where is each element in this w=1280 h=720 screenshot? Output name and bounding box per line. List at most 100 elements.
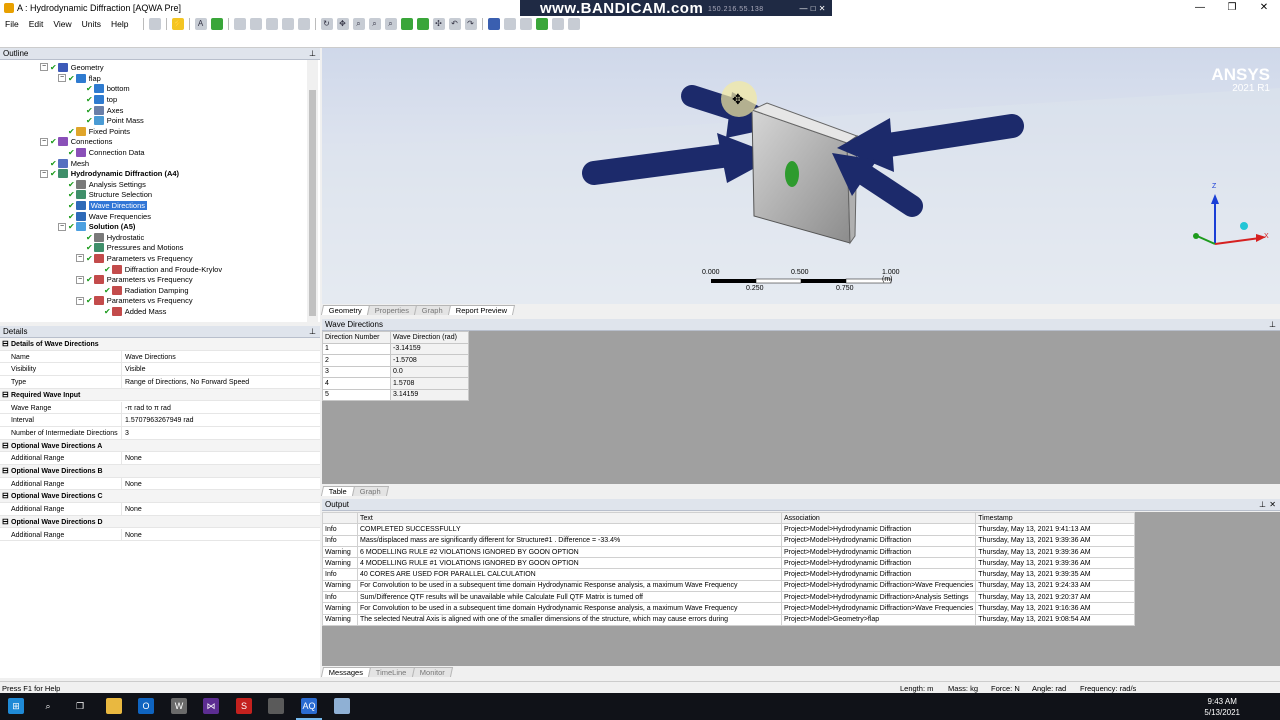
details-row-wave-range[interactable]: Wave Range -π rad to π rad [0, 401, 320, 415]
pin-icon[interactable]: ⊥ [1259, 499, 1266, 511]
menu-help[interactable]: Help [106, 19, 133, 29]
tree-item-params-vs-frequency-1[interactable]: − ✔ Parameters vs Frequency [76, 253, 193, 264]
tree-item-diffraction-froude-krylov[interactable]: ✔ Diffraction and Froude-Krylov [104, 264, 222, 275]
tree-item-connection-data[interactable]: ✔ Connection Data [68, 147, 145, 158]
aqwa-taskbar-icon[interactable]: AQ [301, 698, 317, 714]
tree-item-structure-selection[interactable]: ✔ Structure Selection [68, 190, 152, 201]
minimize-button[interactable]: — [1184, 0, 1216, 16]
outlook-icon[interactable]: O [138, 698, 154, 714]
tree-item-analysis-settings[interactable]: ✔ Analysis Settings [68, 179, 146, 190]
text-annotation-icon[interactable]: A [194, 18, 207, 30]
solidworks-icon[interactable]: S [236, 698, 252, 714]
wireframe-icon[interactable] [503, 18, 516, 30]
table-row[interactable]: Warning 4 MODELLING RULE #1 VIOLATIONS IG… [322, 557, 1136, 570]
menu-file[interactable]: File [0, 19, 24, 29]
tree-item-radiation-damping[interactable]: ✔ Radiation Damping [104, 285, 189, 296]
table-row[interactable]: Info Mass/displaced mass are significantl… [322, 534, 1136, 547]
collapse-icon[interactable]: − [40, 63, 48, 72]
tree-item-mesh[interactable]: ✔ Mesh [50, 158, 89, 169]
zoom-box-icon[interactable]: ⌕ [368, 18, 381, 30]
menu-edit[interactable]: Edit [24, 19, 49, 29]
menu-view[interactable]: View [48, 19, 76, 29]
tree-item-pressures-motions[interactable]: ✔ Pressures and Motions [86, 243, 183, 254]
table-row[interactable]: 2 -1.5708 [322, 354, 469, 367]
pin-icon[interactable]: ⊥ [309, 326, 316, 338]
details-row-additional-range[interactable]: Additional Range None [0, 503, 320, 516]
magnifier-icon[interactable]: ✣ [432, 18, 445, 30]
tree-item-params-vs-frequency-3[interactable]: − ✔ Parameters vs Frequency [76, 296, 193, 307]
collapse-icon[interactable]: − [40, 169, 48, 178]
details-row-intermediate-directions[interactable]: Number of Intermediate Directions 3 [0, 426, 320, 440]
collapse-icon[interactable]: − [58, 74, 66, 83]
table-row[interactable]: 5 3.14159 [322, 388, 469, 401]
rotate-icon[interactable]: ↻ [320, 18, 333, 30]
table-row[interactable]: Info COMPLETED SUCCESSFULLY Project>Model>… [322, 523, 1136, 536]
model-3d-view[interactable]: ✥ [322, 48, 1280, 304]
details-row-additional-range[interactable]: Additional Range None [0, 528, 320, 542]
tree-item-added-mass[interactable]: ✔ Added Mass [104, 306, 166, 317]
table-row[interactable]: Info 40 CORES ARE USED FOR PARALLEL CALCU… [322, 568, 1136, 581]
random-colors-icon[interactable] [567, 18, 580, 30]
collapse-icon[interactable]: ⊟ [2, 491, 9, 500]
tree-item-point-mass[interactable]: ✔ Point Mass [86, 115, 144, 126]
collapse-icon[interactable]: − [76, 275, 84, 284]
table-row[interactable]: Warning The selected Neutral Axis is alig… [322, 613, 1136, 626]
collapse-icon[interactable]: ⊟ [2, 466, 9, 475]
table-row[interactable]: Warning For Convolution to be used in a s… [322, 602, 1136, 615]
windows-start-icon[interactable]: ⊞ [8, 698, 24, 714]
tree-item-solution[interactable]: − ✔ Solution (A5) [58, 221, 135, 232]
tree-item-wave-frequencies[interactable]: ✔ Wave Frequencies [68, 211, 151, 222]
details-row-additional-range[interactable]: Additional Range None [0, 452, 320, 465]
select-edge-icon[interactable] [249, 18, 262, 30]
details-group[interactable]: ⊟ Required Wave Input [0, 388, 320, 402]
table-row[interactable]: Warning 6 MODELLING RULE #2 VIOLATIONS IG… [322, 545, 1136, 559]
select-vertex-icon[interactable] [233, 18, 246, 30]
column-header[interactable]: Direction Number [322, 331, 391, 344]
tab-report-preview[interactable]: Report Preview [447, 305, 516, 315]
details-row-type[interactable]: Type Range of Directions, No Forward Spee… [0, 376, 320, 389]
show-vertices-icon[interactable] [535, 18, 548, 30]
zoom-icon[interactable]: ⌕ [352, 18, 365, 30]
details-group[interactable]: ⊟ Optional Wave Directions C [0, 490, 320, 504]
show-edges-icon[interactable] [551, 18, 564, 30]
tree-item-wave-directions[interactable]: ✔ Wave Directions [68, 200, 148, 211]
select-face-icon[interactable] [265, 18, 278, 30]
maximize-button[interactable]: ❐ [1216, 0, 1248, 16]
tree-item-bottom[interactable]: ✔ bottom [86, 84, 130, 95]
column-header[interactable]: Wave Direction (rad) [390, 331, 469, 344]
collapse-icon[interactable]: − [40, 137, 48, 146]
close-panel-icon[interactable]: ✕ [1269, 499, 1276, 511]
search-icon[interactable]: ⌕ [40, 698, 56, 714]
tab-geometry[interactable]: Geometry [320, 305, 371, 315]
details-group[interactable]: ⊟ Details of Wave Directions [0, 338, 320, 351]
tab-messages[interactable]: Messages [320, 667, 372, 677]
solve-lightning-icon[interactable]: ⚡ [171, 18, 184, 30]
details-row-visibility[interactable]: Visibility Visible [0, 363, 320, 377]
table-row[interactable]: 3 0.0 [322, 365, 469, 378]
outline-scroll-thumb[interactable] [309, 90, 316, 316]
tree-item-params-vs-frequency-2[interactable]: − ✔ Parameters vs Frequency [76, 274, 193, 285]
close-button[interactable]: ✕ [1248, 0, 1280, 16]
details-group[interactable]: ⊟ Optional Wave Directions B [0, 465, 320, 478]
column-header-type[interactable] [322, 511, 358, 525]
image-capture-icon[interactable] [210, 18, 223, 30]
table-row[interactable]: Warning For Convolution to be used in a s… [322, 579, 1136, 593]
tree-item-hydrostatic[interactable]: ✔ Hydrostatic [86, 232, 144, 243]
pin-icon[interactable]: ⊥ [1269, 319, 1276, 331]
tab-timeline[interactable]: TimeLine [368, 667, 415, 677]
system-clock[interactable]: 9:43 AM 5/13/2021 [1204, 696, 1240, 718]
tree-item-geometry[interactable]: − ✔ Geometry [40, 62, 104, 73]
column-header-timestamp[interactable]: Timestamp [975, 511, 1136, 525]
tree-item-axes[interactable]: ✔ Axes [86, 105, 123, 116]
menu-units[interactable]: Units [77, 19, 106, 29]
column-header-text[interactable]: Text [357, 511, 782, 525]
column-header-association[interactable]: Association [780, 511, 977, 525]
visual-studio-icon[interactable]: ⋈ [203, 698, 219, 714]
tree-item-top[interactable]: ✔ top [86, 94, 117, 105]
tree-item-hydrodynamic-diffraction[interactable]: − ✔ Hydrodynamic Diffraction (A4) [40, 168, 179, 179]
show-errors-icon[interactable] [148, 18, 161, 30]
tree-item-fixed-points[interactable]: ✔ Fixed Points [68, 126, 130, 137]
collapse-icon[interactable]: ⊟ [2, 517, 9, 526]
table-row[interactable]: 4 1.5708 [322, 377, 469, 390]
next-view-icon[interactable]: ↷ [464, 18, 477, 30]
